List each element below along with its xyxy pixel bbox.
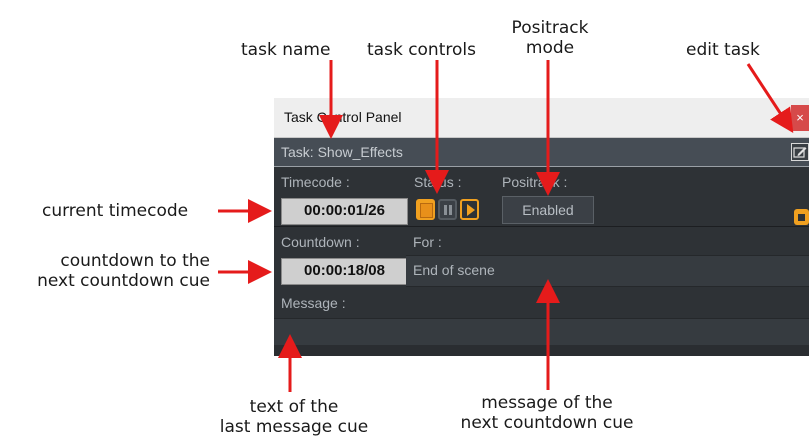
window-title: Task Control Panel [284,109,402,125]
pause-button[interactable] [438,199,457,220]
annotation-message-next: message of the next countdown cue [452,393,642,433]
annotation-countdown-line1: countdown to the [60,251,210,271]
annotation-current-timecode: current timecode [42,201,189,221]
annotation-message-next-line1: message of the [481,393,613,413]
annotation-message-text: text of the last message cue [199,397,389,437]
edit-task-button[interactable] [791,143,809,161]
task-row: Task: Show_Effects [274,138,809,167]
annotation-message-next-line2: next countdown cue [460,413,634,433]
title-bar[interactable]: Task Control Panel × [274,98,809,138]
message-field [274,318,809,346]
bottom-strip [274,345,809,356]
countdown-label: Countdown : [281,234,360,250]
stop-button[interactable] [416,199,435,220]
annotation-task-controls: task controls [367,40,476,60]
annotation-positrack-mode: Positrack mode [505,18,595,58]
annotation-message-text-line2: last message cue [219,417,369,437]
close-button[interactable]: × [791,105,809,131]
annotation-countdown: countdown to the next countdown cue [0,251,210,291]
message-label: Message : [281,295,346,311]
task-label: Task: [281,144,314,160]
task-name-value: Show_Effects [317,144,403,160]
annotation-edit-task: edit task [686,40,760,60]
side-toggle-button[interactable] [794,209,809,225]
play-button[interactable] [460,199,479,220]
task-control-panel-window: Task Control Panel × Task: Show_Effects … [274,98,809,356]
toggle-icon [798,214,805,221]
current-timecode-display: 00:00:01/26 [281,198,408,225]
positrack-mode-display[interactable]: Enabled [502,196,594,224]
edit-icon [793,147,807,158]
annotation-task-name: task name [241,40,331,60]
annotation-positrack-line2: mode [525,38,575,58]
status-label: Status : [414,174,462,190]
stop-icon [420,203,433,218]
play-icon [467,204,475,216]
countdown-message-value: End of scene [413,262,495,278]
positrack-label: Positrack : [502,174,568,190]
countdown-display: 00:00:18/08 [281,258,408,285]
timecode-label: Timecode : [281,174,350,190]
close-icon: × [796,110,804,125]
for-label: For : [413,234,442,250]
task-name: Task: Show_Effects [281,144,403,160]
annotation-countdown-line2: next countdown cue [37,271,210,291]
annotation-message-text-line1: text of the [249,397,339,417]
countdown-message-field: End of scene [406,255,809,287]
annotation-positrack-line1: Positrack [511,18,589,38]
pause-icon [444,205,447,215]
